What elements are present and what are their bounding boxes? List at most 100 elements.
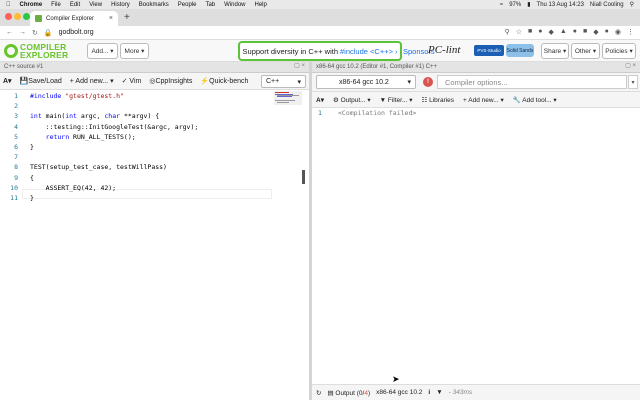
pclint-sponsor-logo[interactable]: PC-lint bbox=[428, 44, 460, 56]
info-icon[interactable]: i bbox=[428, 389, 430, 396]
output-options-button[interactable]: ⚙ Output... ▾ bbox=[333, 96, 371, 104]
reload-icon[interactable]: ↻ bbox=[32, 29, 38, 37]
back-icon[interactable]: ← bbox=[6, 29, 13, 36]
code-line[interactable]: #include "gtest/gtest.h" bbox=[30, 92, 124, 100]
menu-people[interactable]: People bbox=[178, 2, 197, 8]
search-icon[interactable]: ⚲ bbox=[630, 1, 634, 8]
code-line[interactable]: ::testing::InitGoogleTest(&argc, argv); bbox=[30, 123, 199, 131]
menu-view[interactable]: View bbox=[89, 2, 102, 8]
share-button[interactable]: Share ▾ bbox=[541, 43, 569, 59]
asm-compilation-failed: <Compilation failed> bbox=[338, 109, 417, 117]
assembly-output[interactable] bbox=[312, 108, 640, 384]
wifi-icon[interactable]: ≈ bbox=[500, 2, 503, 8]
recompile-icon[interactable]: ↻ bbox=[316, 389, 321, 397]
compiler-options-input[interactable]: Compiler options... bbox=[437, 75, 627, 89]
code-line[interactable]: TEST(setup_test_case, testWillPass) bbox=[30, 163, 167, 171]
options-dropdown-icon[interactable]: ▾ bbox=[628, 75, 638, 89]
other-menu-button[interactable]: Other ▾ bbox=[571, 43, 600, 59]
vim-toggle[interactable]: ✓ Vim bbox=[122, 77, 142, 85]
apple-icon[interactable]:  bbox=[6, 2, 11, 8]
code-line[interactable]: } bbox=[30, 143, 34, 151]
close-tab-icon[interactable]: × bbox=[109, 15, 113, 22]
address-bar: ← → ↻ 🔒 godbolt.org ⚲ ☆ ■ ● ◆ ▲ ● ■ ◆ ● … bbox=[0, 26, 640, 40]
battery-icon[interactable]: ▮ bbox=[527, 1, 530, 8]
compiler-select[interactable]: x86-64 gcc 10.2 ▾ bbox=[316, 75, 416, 89]
output-pane-button[interactable]: ▤ Output (0/4) bbox=[327, 389, 370, 397]
pane-controls[interactable]: ▢ × bbox=[625, 62, 636, 69]
zoom-window-icon[interactable] bbox=[23, 13, 30, 20]
cppinsights-button[interactable]: ◎CppInsights bbox=[149, 77, 192, 85]
save-load-button[interactable]: 💾Save/Load bbox=[20, 77, 62, 85]
forward-icon[interactable]: → bbox=[19, 29, 26, 36]
extension-icon[interactable]: ◆ bbox=[593, 28, 598, 36]
menu-edit[interactable]: Edit bbox=[70, 2, 80, 8]
minimize-window-icon[interactable] bbox=[14, 13, 21, 20]
add-tool-label: Add tool... bbox=[522, 96, 552, 104]
menu-file[interactable]: File bbox=[51, 2, 61, 8]
menu-tab[interactable]: Tab bbox=[205, 2, 215, 8]
pvs-studio-sponsor-logo[interactable]: PVS-Studio bbox=[474, 45, 504, 56]
compiler-extra-icon[interactable]: ▼ bbox=[436, 389, 442, 396]
menu-dots-icon[interactable]: ⋮ bbox=[627, 28, 634, 36]
menu-bookmarks[interactable]: Bookmarks bbox=[139, 2, 169, 8]
compiler-value: x86-64 gcc 10.2 bbox=[339, 78, 389, 86]
add-new-label: + Add new... bbox=[69, 78, 109, 85]
line-number: 6 bbox=[14, 143, 18, 151]
star-icon[interactable]: ☆ bbox=[516, 28, 522, 36]
line-number: 8 bbox=[14, 163, 18, 172]
extension-icon[interactable]: ■ bbox=[528, 28, 532, 36]
browser-tab[interactable]: Compiler Explorer × bbox=[30, 11, 118, 26]
menu-chrome[interactable]: Chrome bbox=[20, 2, 43, 8]
close-window-icon[interactable] bbox=[5, 13, 12, 20]
solid-sands-sponsor-logo[interactable]: Solid Sands bbox=[506, 44, 534, 57]
extension-icon[interactable]: ◆ bbox=[548, 28, 553, 36]
menu-history[interactable]: History bbox=[111, 2, 130, 8]
compiler-status-bar: ↻ ▤ Output (0/4) x86-64 gcc 10.2 i ▼ - 3… bbox=[312, 384, 640, 400]
line-number: 2 bbox=[14, 102, 18, 111]
output-options-label: Output... bbox=[340, 96, 366, 104]
extension-icon[interactable]: ● bbox=[538, 28, 542, 36]
pane-controls[interactable]: ▢ × bbox=[294, 62, 305, 69]
diversity-banner[interactable]: Support diversity in C++ with #include <… bbox=[238, 41, 402, 61]
profile-icon[interactable]: ◉ bbox=[615, 28, 621, 36]
compiler-tab-header[interactable]: x86-64 gcc 10.2 (Editor #1, Compiler #1)… bbox=[312, 62, 640, 73]
add-tool-button[interactable]: 🔧 Add tool... ▾ bbox=[513, 96, 557, 104]
extension-icon[interactable]: ■ bbox=[583, 28, 587, 36]
policies-menu-button[interactable]: Policies ▾ bbox=[602, 43, 636, 59]
zoom-icon[interactable]: ⚲ bbox=[505, 28, 510, 36]
other-label: Other bbox=[574, 47, 592, 55]
language-select[interactable]: C++ ▾ bbox=[261, 75, 306, 88]
menu-help[interactable]: Help bbox=[255, 2, 267, 8]
favicon-icon bbox=[35, 15, 42, 22]
font-size-button[interactable]: A▾ bbox=[3, 77, 12, 85]
user-name[interactable]: Niall Cooling bbox=[590, 2, 624, 8]
banner-link[interactable]: #include <C++> bbox=[340, 47, 393, 56]
new-tab-icon[interactable]: + bbox=[124, 12, 130, 23]
quickbench-button[interactable]: ⚡Quick-bench bbox=[200, 77, 248, 85]
compilation-error-icon[interactable]: ! bbox=[423, 77, 433, 87]
more-menu-button[interactable]: More ▾ bbox=[120, 43, 149, 59]
extension-icon[interactable]: ▲ bbox=[560, 28, 567, 36]
code-line[interactable]: { bbox=[30, 174, 34, 182]
editor-tab-header[interactable]: C++ source #1 ▢ × bbox=[0, 62, 309, 73]
code-line[interactable]: return RUN_ALL_TESTS(); bbox=[30, 133, 136, 141]
filter-button[interactable]: ▼ Filter... ▾ bbox=[380, 96, 413, 104]
code-line[interactable]: } bbox=[30, 194, 34, 202]
editor-minimap[interactable] bbox=[274, 91, 302, 105]
code-line[interactable]: ASSERT_EQ(42, 42); bbox=[30, 184, 116, 192]
code-line[interactable]: int main(int argc, char **argv) { bbox=[30, 112, 159, 120]
add-new-button[interactable]: + Add new... ▾ bbox=[463, 96, 504, 104]
extension-icon[interactable]: ● bbox=[605, 28, 609, 36]
editor-scrollbar[interactable] bbox=[302, 170, 305, 184]
add-menu-button[interactable]: Add... ▾ bbox=[87, 43, 118, 59]
status-compiler-name: x86-64 gcc 10.2 bbox=[376, 389, 423, 396]
compiler-explorer-logo[interactable]: COMPILER EXPLORER bbox=[4, 42, 84, 60]
url-field[interactable]: godbolt.org bbox=[59, 29, 94, 36]
compiler-tab-title: x86-64 gcc 10.2 (Editor #1, Compiler #1)… bbox=[316, 64, 438, 70]
libraries-button[interactable]: ☷ Libraries bbox=[421, 96, 454, 104]
add-new-button[interactable]: + Add new... ▾ bbox=[70, 77, 114, 85]
extension-icon[interactable]: ● bbox=[573, 28, 577, 36]
menu-window[interactable]: Window bbox=[224, 2, 245, 8]
font-size-button[interactable]: A▾ bbox=[316, 96, 324, 104]
clock[interactable]: Thu 13 Aug 14:23 bbox=[537, 2, 584, 8]
